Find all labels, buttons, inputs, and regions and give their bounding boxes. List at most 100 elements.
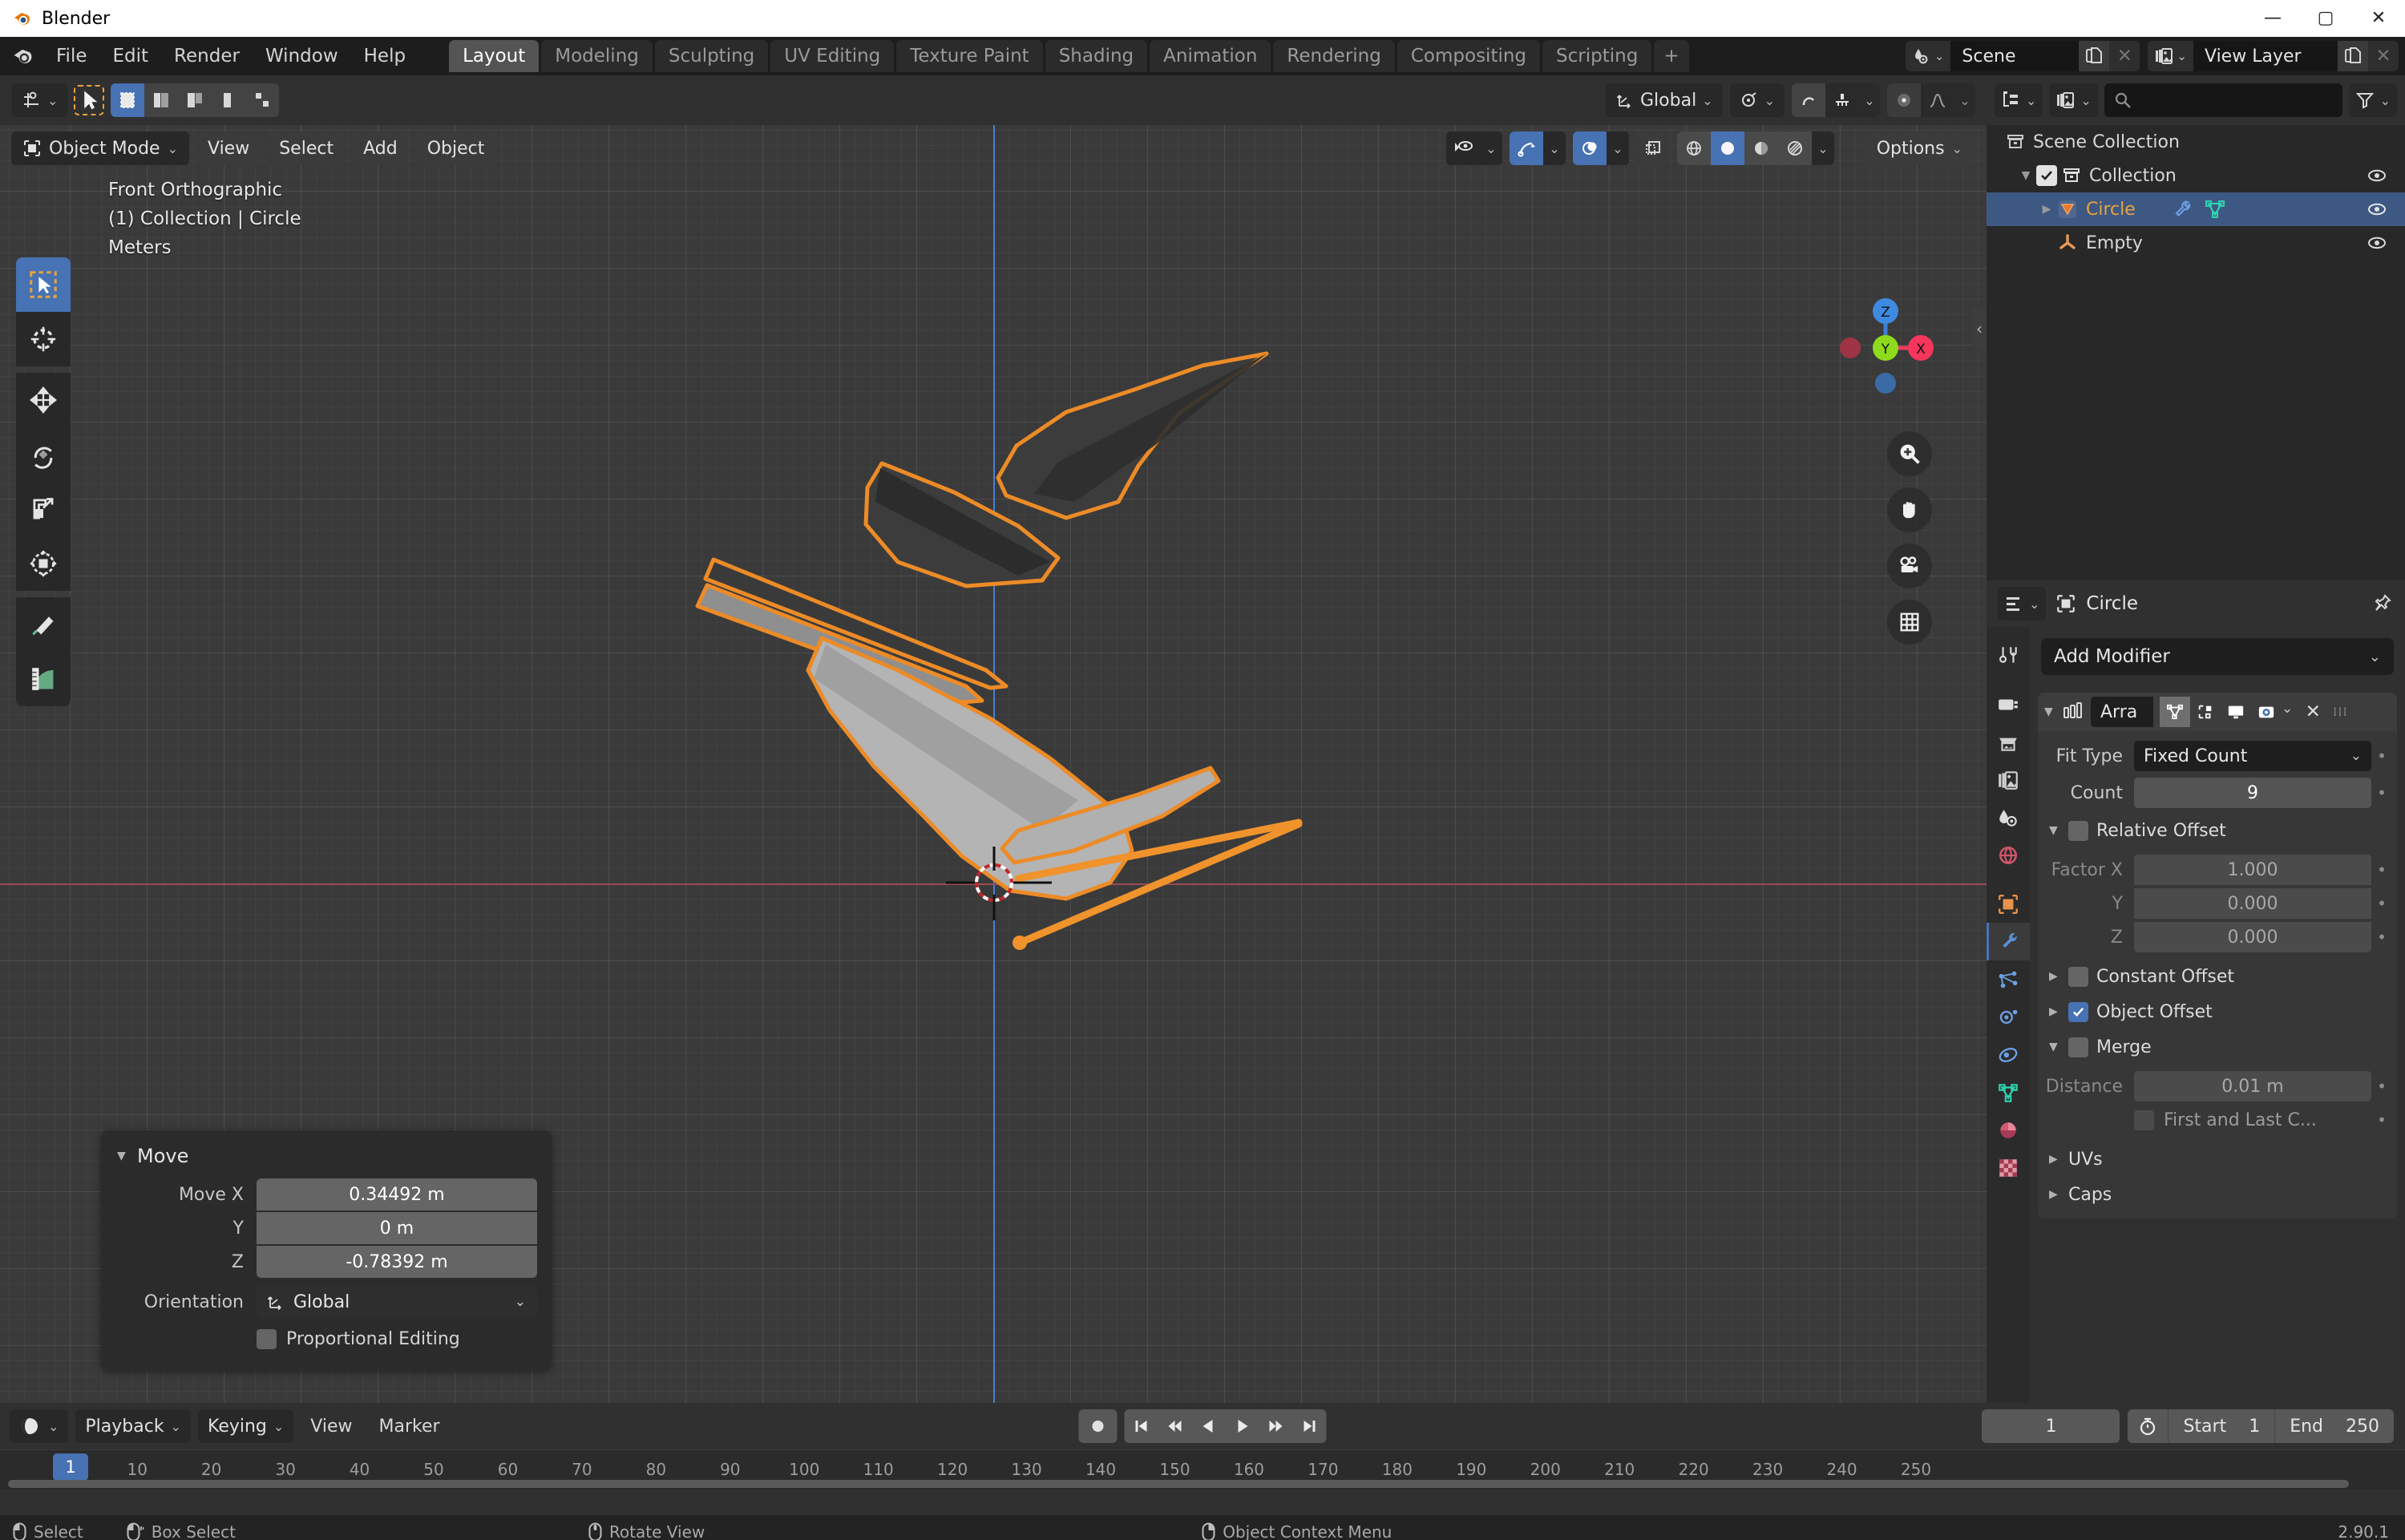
overlay-chevron-down-icon[interactable]: ⌄: [1607, 131, 1629, 165]
remove-scene-button[interactable]: ✕: [2109, 41, 2140, 71]
uvs-section-header[interactable]: ▶ UVs: [2038, 1142, 2397, 1177]
factor-z-animate-dot-icon[interactable]: •: [2371, 928, 2392, 947]
viewport-menu-object[interactable]: Object: [415, 131, 496, 165]
zoom-icon[interactable]: [1887, 431, 1932, 476]
scene-icon[interactable]: ⌄: [1905, 41, 1951, 71]
tool-annotate[interactable]: [16, 597, 71, 652]
remove-view-layer-button[interactable]: ✕: [2368, 41, 2399, 71]
view-layer-selector[interactable]: ⌄ View Layer ✕: [2148, 41, 2399, 71]
relative-offset-section-header[interactable]: ▼ Relative Offset: [2038, 813, 2397, 848]
tab-modifier-properties[interactable]: [1987, 923, 2030, 960]
tool-move[interactable]: [16, 373, 71, 427]
constant-offset-triangle-icon[interactable]: ▶: [2049, 970, 2060, 983]
fit-type-chevron-down-icon[interactable]: ⌄: [2350, 748, 2362, 764]
factor-x-value[interactable]: 1.000: [2134, 855, 2371, 885]
current-frame-field[interactable]: 1: [1982, 1409, 2120, 1443]
constant-offset-section-header[interactable]: ▶ Constant Offset: [2038, 959, 2397, 994]
merge-first-last-animate-dot-icon[interactable]: •: [2371, 1110, 2392, 1130]
scene-name[interactable]: Scene: [1950, 41, 2080, 71]
modifier-name-field[interactable]: Arra: [2091, 697, 2153, 727]
outliner-row-empty[interactable]: Empty: [1987, 226, 2405, 260]
fit-type-dropdown[interactable]: Fixed Count ⌄: [2134, 741, 2371, 771]
menu-file[interactable]: File: [43, 42, 100, 70]
shading-chevron-down-icon[interactable]: ⌄: [1812, 131, 1834, 165]
tool-transform[interactable]: [16, 536, 71, 591]
tab-object-data-properties[interactable]: [1987, 1073, 2030, 1111]
pivot-point-selector[interactable]: ⌄: [1729, 83, 1785, 117]
menu-window[interactable]: Window: [253, 42, 351, 70]
editor-type-selector[interactable]: ⌄: [11, 83, 68, 117]
add-workspace-button[interactable]: +: [1654, 40, 1689, 72]
viewport-menu-select[interactable]: Select: [268, 131, 346, 165]
camera-view-icon[interactable]: [1887, 544, 1932, 588]
navigation-gizmo[interactable]: Z Y X: [1829, 292, 1942, 404]
new-view-layer-button[interactable]: [2338, 41, 2368, 71]
modifier-extras-chevron-down-icon[interactable]: ⌄: [2282, 697, 2293, 727]
move-y-value[interactable]: 0 m: [257, 1212, 537, 1244]
factor-y-animate-dot-icon[interactable]: •: [2371, 894, 2392, 913]
solid-shading-icon[interactable]: [1711, 131, 1744, 165]
tool-rotate[interactable]: [16, 427, 71, 482]
gizmo-chevron-down-icon[interactable]: ⌄: [1543, 131, 1566, 165]
constant-offset-checkbox[interactable]: [2068, 966, 2088, 987]
tool-cursor[interactable]: [16, 312, 71, 366]
toggle-ortho-perspective-icon[interactable]: [1887, 600, 1932, 645]
tool-scale[interactable]: [16, 482, 71, 536]
tab-shading[interactable]: Shading: [1045, 40, 1148, 72]
modifier-drag-handle-icon[interactable]: ⁞⁞⁞: [2333, 705, 2348, 719]
wrench-icon[interactable]: [2173, 200, 2193, 219]
tab-scene-properties[interactable]: [1987, 798, 2030, 836]
count-animate-dot-icon[interactable]: •: [2371, 783, 2392, 802]
outliner-editor-type-button[interactable]: ⌄: [1995, 83, 2043, 117]
select-mode-group[interactable]: [111, 83, 280, 117]
empty-visibility-eye-icon[interactable]: [2367, 235, 2387, 251]
circle-visibility-eye-icon[interactable]: [2367, 201, 2387, 217]
tab-material-properties[interactable]: [1987, 1111, 2030, 1149]
orientation-dropdown[interactable]: Global ⌄: [257, 1285, 537, 1319]
factor-z-value[interactable]: 0.000: [2134, 922, 2371, 952]
proportional-editing-group[interactable]: ⌄: [1887, 83, 1975, 117]
add-modifier-button[interactable]: Add Modifier ⌄: [2041, 638, 2394, 675]
tab-physics-properties[interactable]: [1987, 998, 2030, 1036]
tool-measure[interactable]: [16, 652, 71, 706]
select-intersect-icon[interactable]: [245, 83, 280, 117]
modifier-collapse-triangle-icon[interactable]: ▼: [2044, 705, 2055, 718]
play-reverse-button[interactable]: [1192, 1409, 1226, 1443]
visibility-group[interactable]: ⌄: [1446, 131, 1502, 165]
mode-selector[interactable]: Object Mode ⌄: [11, 131, 189, 165]
falloff-curve-icon[interactable]: [1921, 83, 1954, 117]
snap-target-icon[interactable]: [1825, 83, 1859, 117]
timeline-scrollbar[interactable]: [8, 1480, 2397, 1488]
jump-to-end-button[interactable]: [1293, 1409, 1327, 1443]
jump-to-start-button[interactable]: [1125, 1409, 1158, 1443]
jump-prev-keyframe-button[interactable]: [1158, 1409, 1192, 1443]
modifier-delete-icon[interactable]: ✕: [2299, 701, 2326, 722]
tab-animation[interactable]: Animation: [1150, 40, 1271, 72]
play-button[interactable]: [1226, 1409, 1259, 1443]
count-value[interactable]: 9: [2134, 778, 2371, 808]
view-layer-name[interactable]: View Layer: [2193, 41, 2338, 71]
merge-first-last-toggle[interactable]: First and Last C...: [2134, 1110, 2371, 1130]
object-offset-checkbox[interactable]: [2068, 1001, 2088, 1022]
move-x-value[interactable]: 0.34492 m: [257, 1178, 537, 1211]
outliner-row-circle[interactable]: ▶ Circle: [1987, 192, 2405, 226]
add-modifier-chevron-down-icon[interactable]: ⌄: [2369, 649, 2381, 665]
fit-type-animate-dot-icon[interactable]: •: [2371, 746, 2392, 766]
pin-icon[interactable]: [2371, 593, 2392, 614]
wireframe-shading-icon[interactable]: [1677, 131, 1711, 165]
expand-triangle-icon[interactable]: ▶: [2036, 203, 2057, 216]
visibility-chevron-down-icon[interactable]: ⌄: [1480, 131, 1502, 165]
keying-menu[interactable]: Keying ⌄: [197, 1409, 294, 1443]
modifier-edit-mode-icon[interactable]: [2190, 697, 2221, 727]
viewport-options-button[interactable]: Options ⌄: [1865, 131, 1974, 165]
select-set-icon[interactable]: [111, 83, 145, 117]
expand-triangle-icon[interactable]: ▼: [2015, 169, 2036, 182]
falloff-chevron-down-icon[interactable]: ⌄: [1954, 83, 1975, 117]
factor-x-animate-dot-icon[interactable]: •: [2371, 860, 2392, 879]
uvs-triangle-icon[interactable]: ▶: [2049, 1153, 2060, 1166]
3d-viewport[interactable]: Object Mode ⌄ View Select Add Object ⌄ ⌄…: [0, 125, 1987, 1403]
tab-texture-paint[interactable]: Texture Paint: [896, 40, 1043, 72]
outliner-row-collection[interactable]: ▼ Collection: [1987, 159, 2405, 192]
merge-distance-value[interactable]: 0.01 m: [2134, 1071, 2371, 1101]
tab-sculpting[interactable]: Sculpting: [654, 40, 769, 72]
